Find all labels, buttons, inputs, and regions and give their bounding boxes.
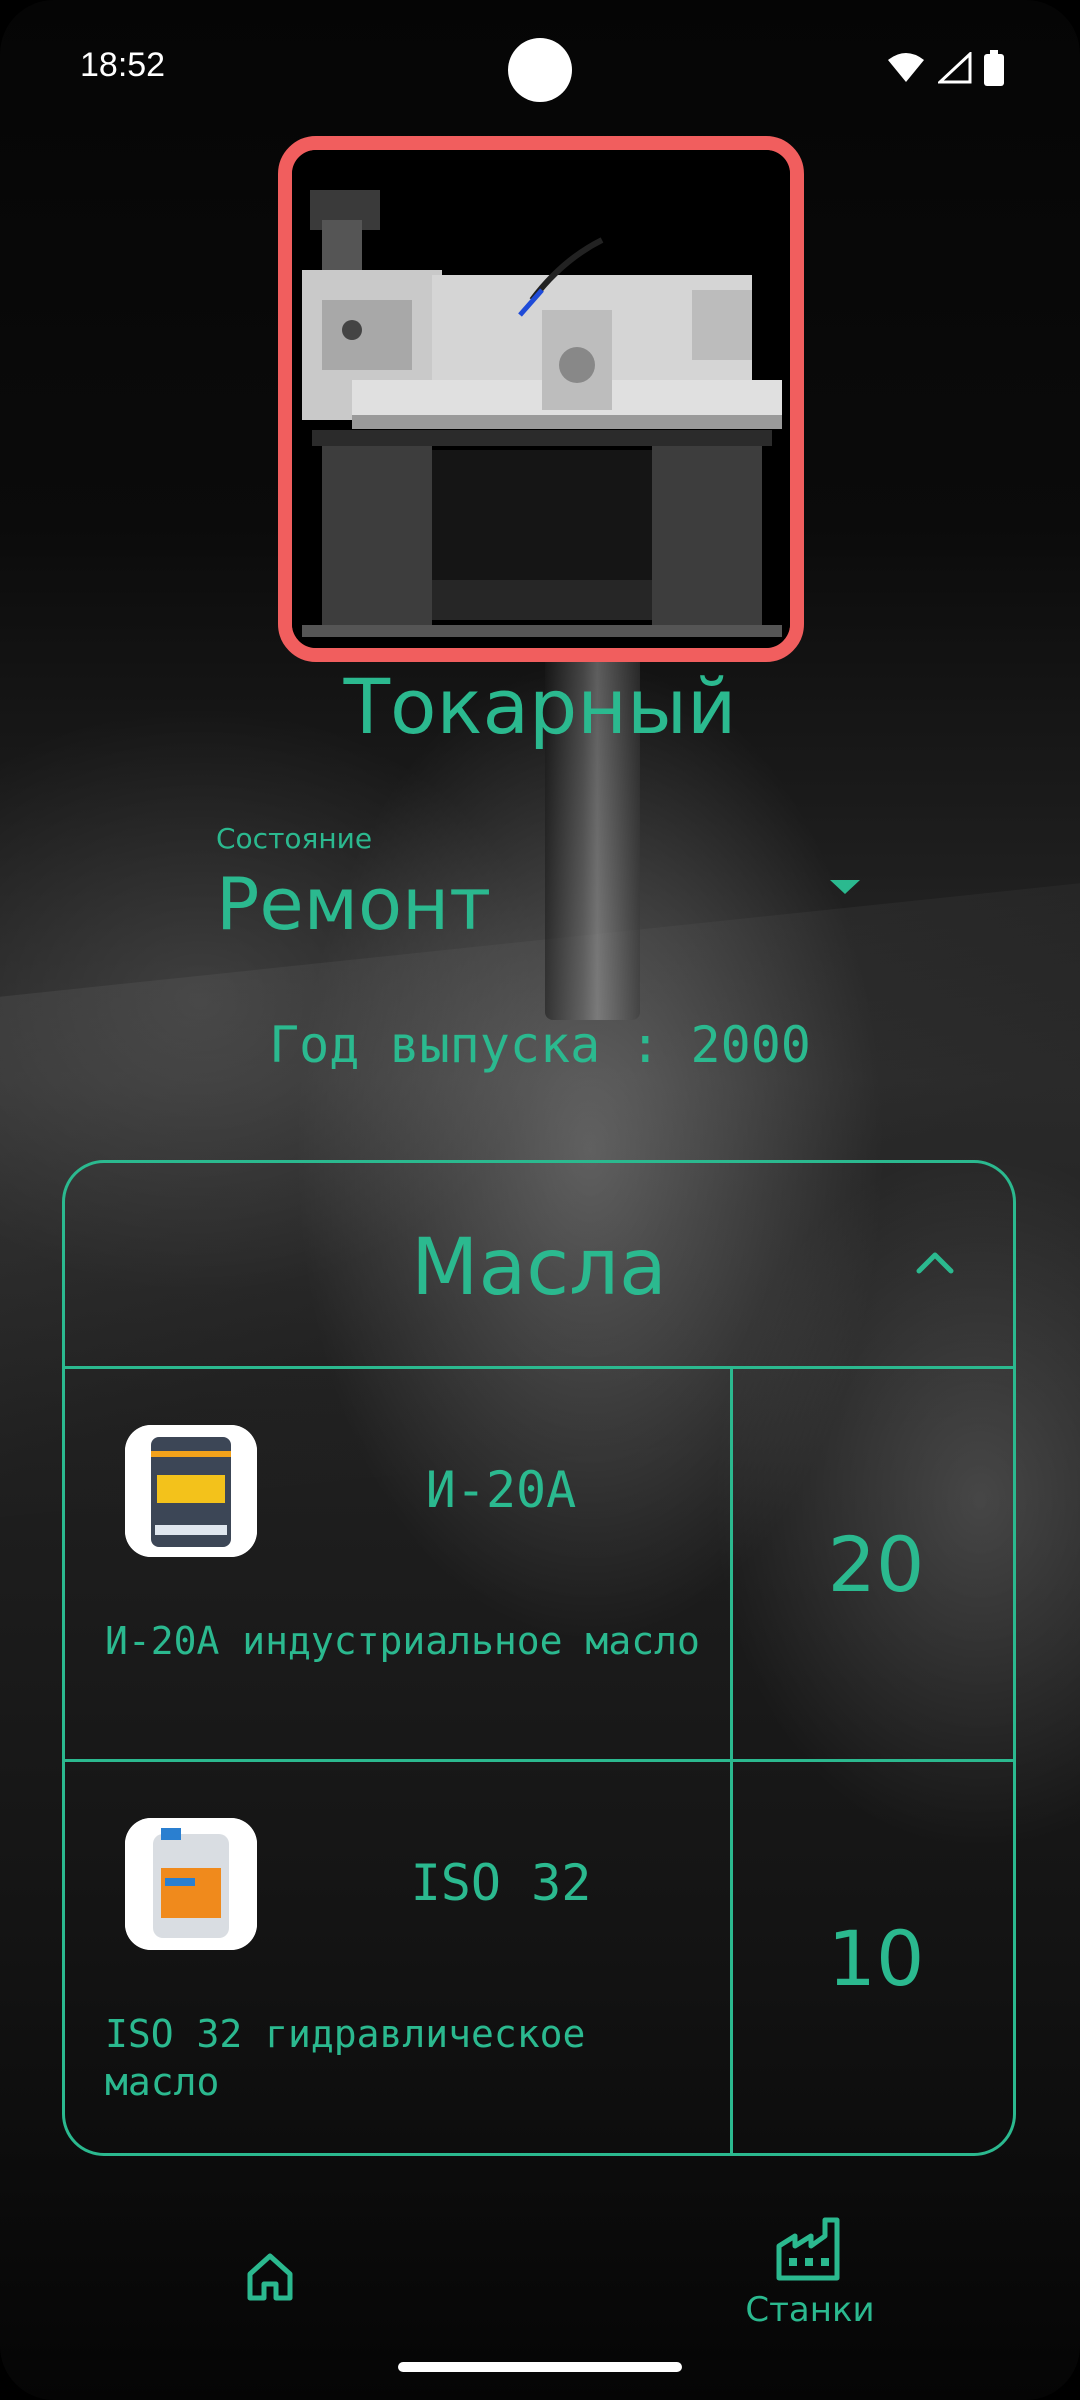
machine-photo[interactable] (278, 136, 804, 662)
machine-name: Токарный (343, 662, 737, 751)
battery-icon (984, 50, 1004, 86)
oil-name: ISO 32 (410, 1854, 592, 1912)
oil-info: И-20А И-20А индустриальное масло (65, 1369, 733, 1759)
chevron-up-icon[interactable] (905, 1233, 965, 1293)
oil-quantity: 20 (827, 1519, 925, 1609)
status-icons (886, 50, 1004, 86)
app-screen: 18:52 Токарный Состояние Ремонт Год выпу… (0, 0, 1080, 2400)
release-year: Год выпуска : 2000 (269, 1016, 811, 1074)
oil-description: ISO 32 гидравлическое масло (105, 2012, 586, 2104)
oil-quantity: 10 (827, 1914, 925, 2003)
oil-row[interactable]: ISO 32 ISO 32 гидравлическое масло 10 (65, 1762, 1013, 2153)
bottom-navigation: Станки (0, 2200, 1080, 2340)
nav-machines[interactable]: Станки (740, 2216, 880, 2330)
oil-row[interactable]: И-20А И-20А индустриальное масло 20 (65, 1369, 1013, 1762)
cell-signal-icon (938, 52, 972, 84)
nav-machines-label: Станки (745, 2290, 875, 2330)
oils-card: Масла И-20А И-20А индустриальное масло 2… (62, 1160, 1016, 2156)
dropdown-arrow-icon[interactable] (830, 880, 860, 894)
oil-canister-thumb (125, 1818, 257, 1950)
wifi-icon (886, 52, 926, 84)
oils-header[interactable]: Масла (65, 1163, 1013, 1369)
oil-name: И-20А (425, 1461, 577, 1519)
oil-barrel-thumb (125, 1425, 257, 1557)
factory-icon (740, 2216, 880, 2286)
state-label: Состояние (216, 822, 373, 855)
home-indicator[interactable] (398, 2362, 682, 2372)
front-camera (508, 38, 572, 102)
oil-description: И-20А индустриальное масло (105, 1619, 700, 1663)
state-dropdown[interactable]: Ремонт (216, 862, 491, 946)
oils-title: Масла (411, 1223, 667, 1313)
oil-info: ISO 32 ISO 32 гидравлическое масло (65, 1762, 733, 2153)
home-icon[interactable] (240, 2246, 300, 2306)
lathe-machine-photo (292, 150, 790, 648)
status-time: 18:52 (80, 46, 166, 84)
